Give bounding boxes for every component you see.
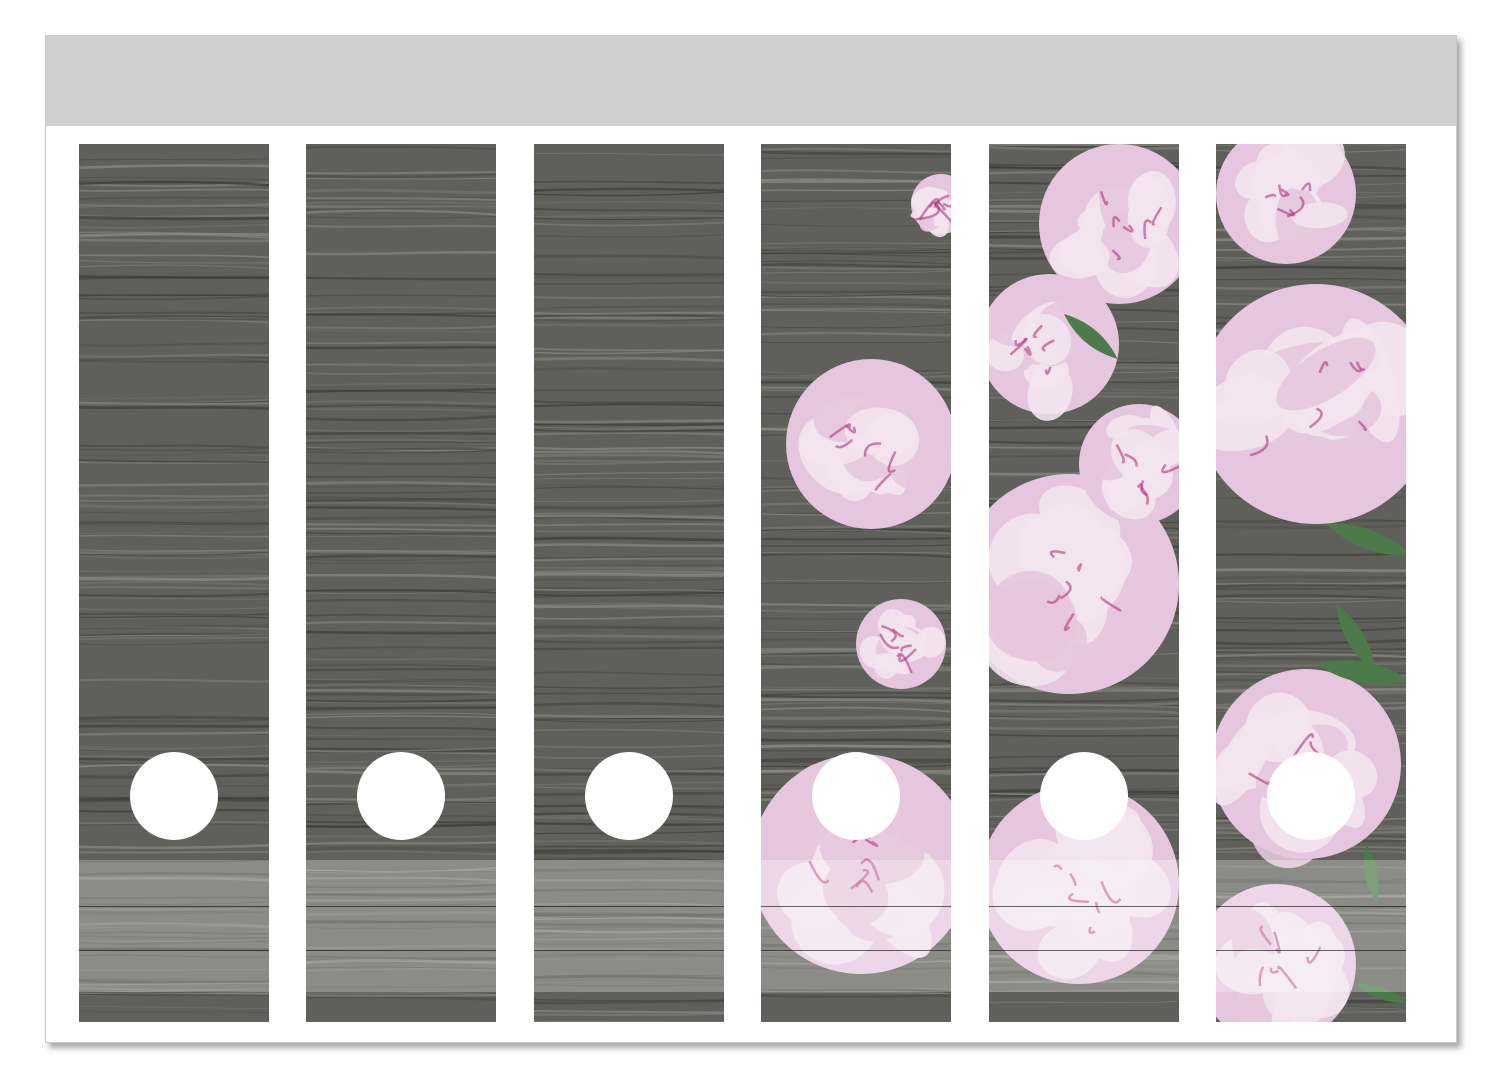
writing-area [989,860,1179,992]
writing-line [1216,950,1406,951]
spine-label-6 [1216,144,1406,1022]
finger-hole [130,752,218,840]
writing-area [534,860,724,992]
writing-line [534,950,724,951]
writing-line [989,950,1179,951]
writing-line [79,906,269,907]
spine-label-5 [989,144,1179,1022]
writing-line [989,906,1179,907]
spine-label-2 [306,144,496,1022]
writing-line [761,950,951,951]
writing-line [306,906,496,907]
writing-line [306,950,496,951]
writing-area [761,860,951,992]
writing-line [534,906,724,907]
writing-area [1216,860,1406,992]
writing-line [1216,906,1406,907]
finger-hole [1267,752,1355,840]
finger-hole [1040,752,1128,840]
label-sheet [45,35,1457,1043]
finger-hole [357,752,445,840]
writing-area [306,860,496,992]
writing-line [79,950,269,951]
spine-label-4 [761,144,951,1022]
writing-area [79,860,269,992]
spine-label-row [46,36,1456,1042]
finger-hole [812,752,900,840]
finger-hole [585,752,673,840]
spine-label-3 [534,144,724,1022]
writing-line [761,906,951,907]
spine-label-1 [79,144,269,1022]
